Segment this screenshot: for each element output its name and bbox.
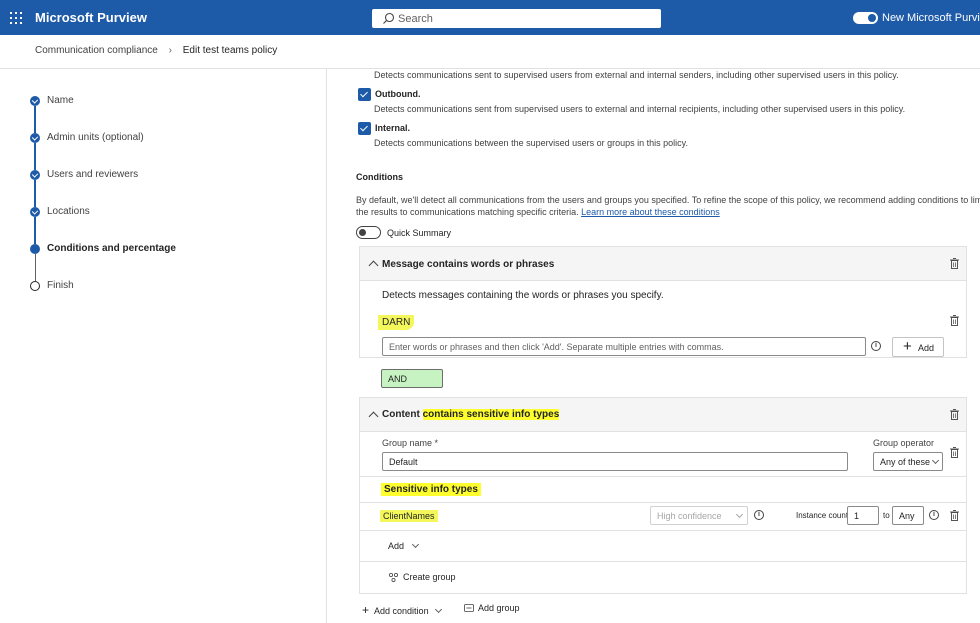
group-operator-select[interactable]: Any of these	[873, 452, 943, 471]
words-card-title: Message contains words or phrases	[382, 259, 555, 270]
divider	[360, 561, 966, 562]
breadcrumb: Communication compliance › Edit test tea…	[35, 45, 277, 56]
new-purview-label: New Microsoft Purview po	[882, 12, 980, 24]
add-condition-label: Add condition	[374, 606, 429, 616]
delete-group-icon[interactable]	[950, 447, 959, 458]
inbound-description: Detects communications sent to supervise…	[374, 70, 899, 80]
sit-card-title: Content contains sensitive info types	[382, 409, 560, 420]
quick-summary-label: Quick Summary	[387, 228, 452, 238]
delete-condition-icon[interactable]	[950, 258, 959, 269]
chevron-down-icon	[931, 456, 940, 465]
breadcrumb-current: Edit test teams policy	[182, 45, 278, 56]
step-connector	[34, 143, 36, 170]
sit-title-prefix: Content	[382, 409, 420, 420]
step-label: Locations	[47, 206, 90, 217]
add-sit-label: Add	[388, 541, 405, 551]
step-label: Finish	[47, 280, 74, 291]
chevron-up-icon[interactable]	[368, 411, 379, 422]
conditions-description: By default, we'll detect all communicati…	[356, 195, 980, 205]
search-placeholder: Search	[398, 13, 433, 25]
new-purview-toggle[interactable]	[853, 12, 878, 24]
instance-count-label: Instance count	[796, 511, 849, 520]
plus-icon: +	[362, 603, 370, 617]
add-group-label: Add group	[478, 603, 520, 613]
search-box[interactable]: Search	[372, 9, 661, 28]
conditions-heading: Conditions	[356, 172, 403, 182]
check-icon	[30, 133, 40, 143]
pending-step-circle-icon	[30, 281, 40, 291]
words-input[interactable]: Enter words or phrases and then click 'A…	[382, 337, 866, 356]
confidence-select[interactable]: High confidence	[650, 506, 748, 525]
top-bar: Microsoft Purview Search New Microsoft P…	[0, 0, 980, 35]
add-sit-dropdown[interactable]: Add	[388, 540, 419, 551]
sit-card-header[interactable]: Content contains sensitive info types	[360, 398, 966, 432]
group-icon	[388, 572, 399, 583]
delete-word-icon[interactable]	[950, 315, 959, 326]
add-group-button[interactable]: Add group	[464, 603, 520, 613]
quick-summary-toggle[interactable]	[356, 226, 381, 239]
divider	[360, 476, 966, 477]
step-label: Admin units (optional)	[47, 132, 144, 143]
group-name-label: Group name *	[382, 438, 439, 448]
app-title[interactable]: Microsoft Purview	[35, 10, 147, 25]
internal-description: Detects communications between the super…	[374, 138, 688, 148]
group-name-input[interactable]: Default	[382, 452, 848, 471]
instance-max-input[interactable]: Any	[892, 506, 924, 525]
step-connector	[34, 217, 36, 244]
and-operator-button[interactable]: AND	[381, 369, 443, 388]
current-step-dot-icon	[30, 244, 40, 254]
divider	[360, 530, 966, 531]
create-group-button[interactable]: Create group	[388, 572, 456, 583]
chevron-down-icon	[435, 605, 443, 614]
step-label: Name	[47, 95, 74, 106]
internal-checkbox[interactable]	[358, 122, 371, 135]
group-operator-value: Any of these	[880, 457, 931, 467]
step-connector	[34, 106, 36, 133]
add-word-button[interactable]: + Add	[892, 337, 944, 357]
chevron-right-icon: ›	[168, 45, 172, 56]
chevron-up-icon[interactable]	[368, 260, 379, 271]
info-icon[interactable]: i	[871, 341, 881, 351]
info-icon[interactable]: i	[754, 510, 764, 520]
sit-title-highlight: contains sensitive info types	[422, 409, 560, 420]
step-connector	[34, 180, 36, 207]
plus-icon: +	[903, 338, 912, 355]
confidence-value: High confidence	[657, 511, 722, 521]
delete-sit-icon[interactable]	[950, 510, 959, 521]
create-group-label: Create group	[403, 572, 456, 582]
outbound-description: Detects communications sent from supervi…	[374, 104, 906, 114]
step-label: Conditions and percentage	[47, 243, 176, 254]
to-label: to	[883, 511, 890, 520]
words-card-header[interactable]: Message contains words or phrases	[360, 247, 966, 281]
conditions-description-2: the results to communications matching s…	[356, 207, 720, 217]
breadcrumb-parent[interactable]: Communication compliance	[35, 45, 158, 56]
app-launcher-icon[interactable]	[10, 12, 22, 24]
info-icon[interactable]: i	[929, 510, 939, 520]
chevron-down-icon	[735, 510, 744, 519]
step-label: Users and reviewers	[47, 169, 139, 180]
add-condition-dropdown[interactable]: + Add condition	[362, 603, 443, 617]
check-icon	[30, 96, 40, 106]
internal-label[interactable]: Internal.	[375, 123, 410, 133]
add-group-icon	[464, 604, 474, 612]
check-icon	[30, 170, 40, 180]
keyword-darn: DARN	[378, 315, 415, 330]
outbound-label[interactable]: Outbound.	[375, 89, 420, 99]
delete-condition-icon[interactable]	[950, 409, 959, 420]
header-divider	[0, 68, 980, 69]
conditions-description-text: the results to communications matching s…	[356, 207, 579, 217]
group-operator-label: Group operator	[873, 438, 935, 448]
sit-heading: Sensitive info types	[381, 483, 481, 496]
divider	[360, 502, 966, 503]
search-icon	[383, 12, 395, 24]
wizard-divider	[326, 69, 327, 623]
add-label: Add	[918, 343, 935, 353]
sit-item-clientnames: ClientNames	[380, 510, 438, 522]
words-card-description: Detects messages containing the words or…	[382, 290, 664, 301]
instance-min-input[interactable]: 1	[847, 506, 879, 525]
outbound-checkbox[interactable]	[358, 88, 371, 101]
learn-more-link[interactable]: Learn more about these conditions	[581, 207, 720, 217]
step-connector	[35, 254, 36, 281]
check-icon	[30, 207, 40, 217]
